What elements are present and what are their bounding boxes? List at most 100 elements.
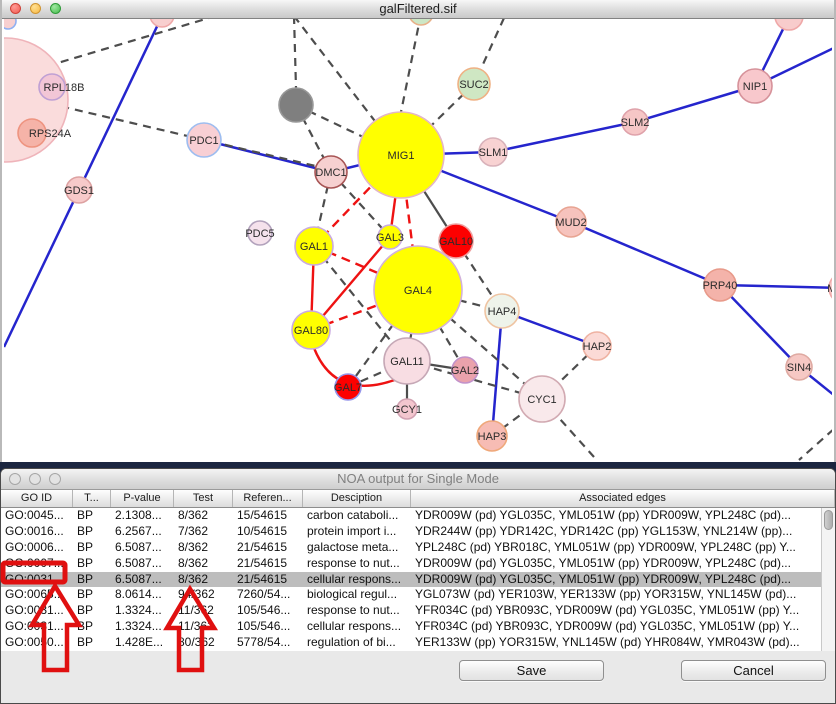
table-cell: galactose meta... (303, 540, 411, 556)
node-label-PDC5: PDC5 (245, 228, 274, 240)
table-cell: 8.0614... (111, 587, 174, 603)
button-row: Save Cancel (1, 651, 835, 704)
table-header: GO IDT...P-valueTestReferen...Desciption… (1, 490, 835, 508)
column-header[interactable]: GO ID (1, 490, 73, 507)
table-cell: YPL248C (pd) YBR018C, YML051W (pp) YDR00… (411, 540, 824, 556)
table-cell: 6.5087... (111, 556, 174, 572)
column-header[interactable]: P-value (111, 490, 174, 507)
table-row[interactable]: GO:0045...BP2.1308...8/36215/54615carbon… (1, 508, 824, 524)
node-top-green[interactable] (409, 19, 433, 25)
node-label-GAL1: GAL1 (300, 241, 328, 253)
node-label-SLM1: SLM1 (479, 147, 508, 159)
table-row[interactable]: GO:0031...BP6.5087...8/36221/54615cellul… (1, 572, 824, 588)
node-label-GDS1: GDS1 (64, 185, 94, 197)
node-label-DMC1: DMC1 (315, 167, 346, 179)
table-row[interactable]: GO:0031...BP1.3324...11/362105/546...res… (1, 603, 824, 619)
table-cell: biological regul... (303, 587, 411, 603)
table-row[interactable]: GO:0065...BP8.0614...94/3627260/54...bio… (1, 587, 824, 603)
network-canvas[interactable]: RPL18BRPS24AGDS1PDC1MIG1DMC1SUC2SLM1SLM2… (4, 19, 832, 462)
network-edge (571, 222, 720, 285)
table-cell: 8/362 (174, 572, 233, 588)
vertical-scrollbar[interactable] (821, 508, 835, 651)
node-label-CYC1: CYC1 (527, 394, 556, 406)
table-cell: 1.3324... (111, 619, 174, 635)
table-cell: 21/54615 (233, 572, 303, 588)
table-row[interactable]: GO:0050...BP1.428E...80/3625778/54...reg… (1, 635, 824, 651)
node-label-NIP1: NIP1 (743, 81, 767, 93)
table-cell: YDR009W (pd) YGL035C, YML051W (pp) YDR00… (411, 572, 824, 588)
table-row[interactable]: GO:0031...BP1.3324...11/362105/546...cel… (1, 619, 824, 635)
network-svg: RPL18BRPS24AGDS1PDC1MIG1DMC1SUC2SLM1SLM2… (4, 19, 832, 462)
column-header[interactable]: Desciption (303, 490, 411, 507)
table-cell: 2.1308... (111, 508, 174, 524)
table-cell: 5778/54... (233, 635, 303, 651)
table-row[interactable]: GO:0006...BP6.5087...8/36221/54615galact… (1, 540, 824, 556)
table-cell: cellular respons... (303, 619, 411, 635)
table-cell: BP (73, 619, 111, 635)
table-row[interactable]: GO:0016...BP6.2567...7/36210/54615protei… (1, 524, 824, 540)
node-label-SLM2: SLM2 (621, 117, 650, 129)
network-edge (635, 86, 755, 122)
table-cell: GO:0016... (1, 524, 73, 540)
table-cell: YER133W (pp) YOR315W, YNL145W (pd) YHR08… (411, 635, 824, 651)
table-cell: 11/362 (174, 603, 233, 619)
network-edge (492, 311, 502, 436)
table-cell: BP (73, 603, 111, 619)
node-label-RPS24A: RPS24A (29, 128, 72, 140)
save-button[interactable]: Save (459, 660, 604, 681)
node-gray[interactable] (279, 88, 313, 122)
table-cell: BP (73, 540, 111, 556)
table-cell: BP (73, 556, 111, 572)
column-header[interactable]: Associated edges (411, 490, 835, 507)
table-cell: BP (73, 524, 111, 540)
node-top-pink[interactable] (150, 19, 174, 27)
table-cell: GO:0065... (1, 587, 73, 603)
node-label-MUD2: MUD2 (555, 217, 586, 229)
network-edge (294, 19, 296, 88)
scrollbar-thumb[interactable] (824, 510, 833, 530)
network-edge (720, 285, 799, 367)
table-row[interactable]: GO:0007...BP6.5087...8/36221/54615respon… (1, 556, 824, 572)
node-label-PRP40: PRP40 (703, 280, 738, 292)
table-cell: 21/54615 (233, 556, 303, 572)
node-label-GCY1: GCY1 (392, 404, 422, 416)
table-cell: GO:0006... (1, 540, 73, 556)
table-cell: 7260/54... (233, 587, 303, 603)
node-label-GAL11: GAL11 (390, 356, 423, 368)
table-cell: 1.3324... (111, 603, 174, 619)
node-label-SIN4: SIN4 (787, 362, 811, 374)
table-rows: GO:0045...BP2.1308...8/36215/54615carbon… (1, 508, 835, 651)
table-cell: 10/54615 (233, 524, 303, 540)
graph-window-titlebar: galFiltered.sif (2, 0, 834, 19)
table-cell: 105/546... (233, 603, 303, 619)
node-label-GAL7: GAL7 (334, 382, 362, 394)
table-cell: 21/54615 (233, 540, 303, 556)
table-cell: response to nut... (303, 556, 411, 572)
network-edge (493, 122, 635, 152)
network-edge (34, 19, 209, 70)
column-header[interactable]: T... (73, 490, 111, 507)
node-corner-tl[interactable] (4, 19, 16, 29)
table-cell: 94/362 (174, 587, 233, 603)
node-label-GAL10: GAL10 (439, 236, 473, 248)
column-header[interactable]: Referen... (233, 490, 303, 507)
table-cell: 8/362 (174, 556, 233, 572)
node-label-MSI: MSI (827, 283, 832, 295)
node-label-GAL2: GAL2 (451, 365, 479, 377)
node-label-HAP2: HAP2 (583, 341, 612, 353)
cancel-button[interactable]: Cancel (681, 660, 826, 681)
table-cell: 1.428E... (111, 635, 174, 651)
node-label-MIG1: MIG1 (388, 150, 415, 162)
column-header[interactable]: Test (174, 490, 233, 507)
table-cell: 6.2567... (111, 524, 174, 540)
table-cell: BP (73, 587, 111, 603)
noa-window: NOA output for Single Mode GO IDT...P-va… (0, 468, 836, 704)
table-cell: GO:0031... (1, 572, 73, 588)
table-cell: 80/362 (174, 635, 233, 651)
node-tr-pink[interactable] (775, 19, 803, 30)
table-cell: BP (73, 635, 111, 651)
table-cell: 6.5087... (111, 540, 174, 556)
table-cell: GO:0031... (1, 619, 73, 635)
table-cell: YFR034C (pd) YBR093C, YDR009W (pd) YGL03… (411, 603, 824, 619)
node-label-SUC2: SUC2 (459, 79, 488, 91)
